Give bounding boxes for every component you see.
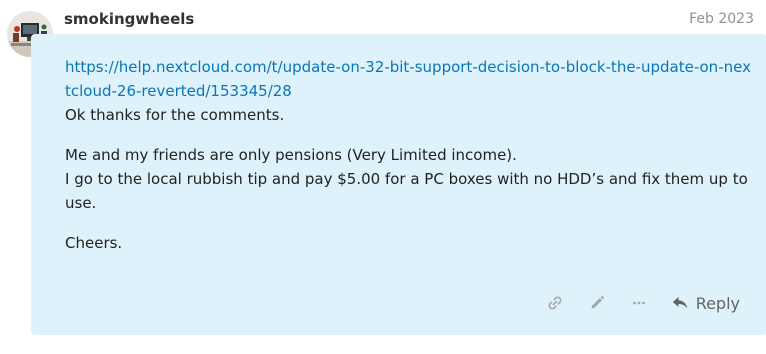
post-text-line: I go to the local rubbish tip and pay $5… [65,170,748,212]
reply-label: Reply [695,293,740,313]
post-date[interactable]: Feb 2023 [689,8,754,30]
third-paragraph: Cheers. [65,234,123,252]
edit-button[interactable] [582,289,612,317]
reply-arrow-icon [672,297,687,309]
forum-post: smokingwheels Feb 2023 https://help.next… [0,0,766,354]
post-text-line: Ok thanks for the comments. [65,106,285,124]
link-icon [548,296,562,310]
post-actions: Reply [528,289,740,317]
ellipsis-icon [632,301,645,305]
post-content: https://help.nextcloud.com/t/update-on-3… [65,55,755,255]
post-body-container: https://help.nextcloud.com/t/update-on-3… [31,34,766,335]
post-text-line: Me and my friends are only pensions (Ver… [65,146,517,164]
copy-link-button[interactable] [540,289,570,317]
post-link[interactable]: https://help.nextcloud.com/t/update-on-3… [65,58,751,100]
username[interactable]: smokingwheels [64,8,194,30]
reply-button[interactable]: Reply [672,289,740,317]
more-options-button[interactable] [624,289,654,317]
second-paragraph: Me and my friends are only pensions (Ver… [65,143,755,215]
pencil-icon [591,296,604,309]
first-paragraph: https://help.nextcloud.com/t/update-on-3… [65,55,755,127]
